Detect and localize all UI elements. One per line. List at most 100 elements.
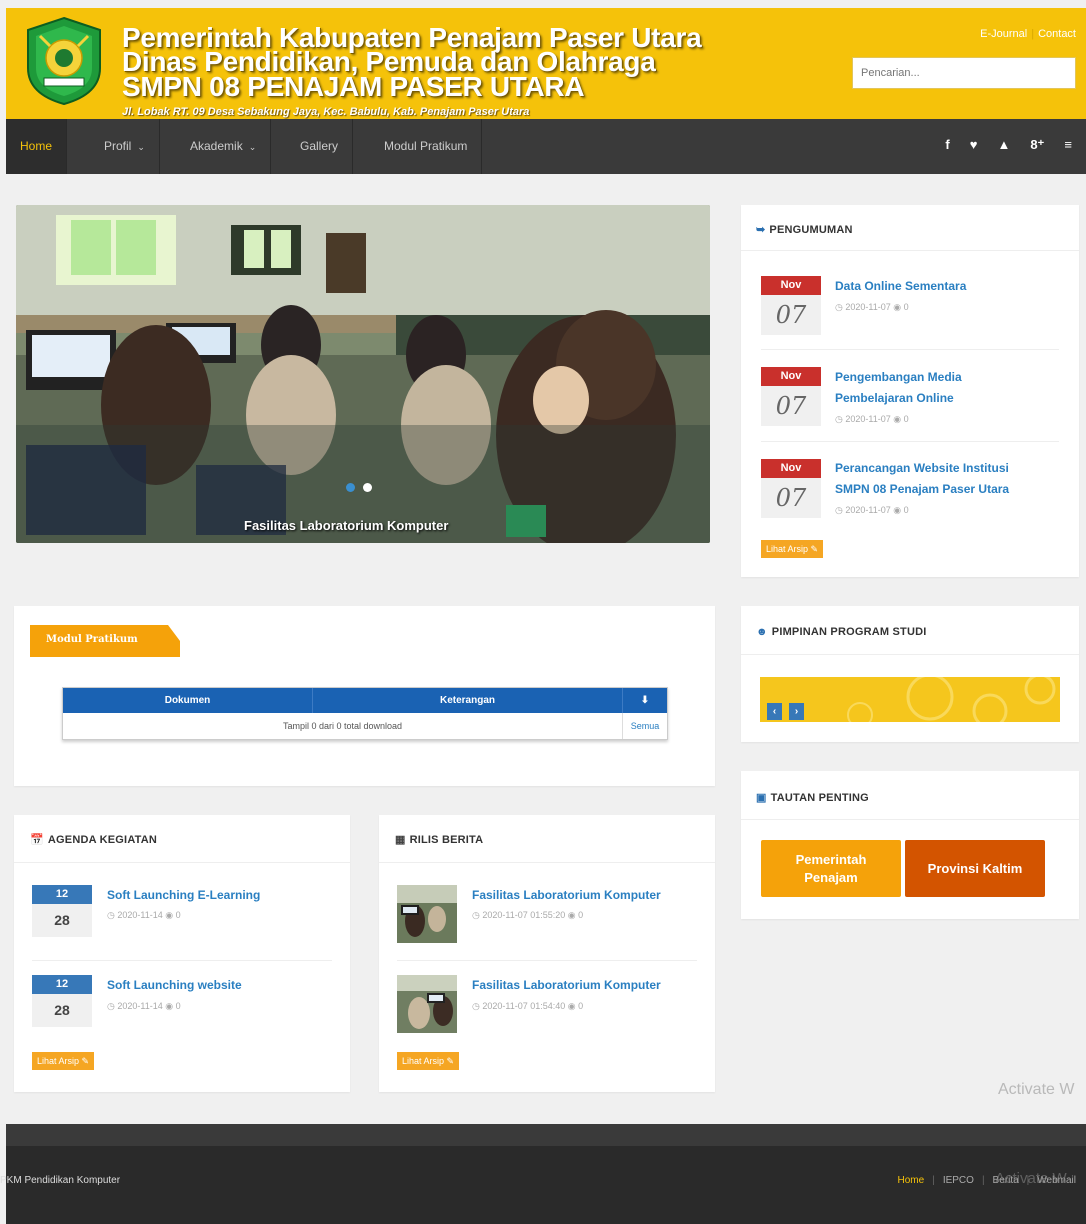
news-meta: ◷ 2020-11-07 ◉ 0	[835, 505, 909, 515]
badge-month: 12	[32, 885, 92, 904]
nav-profil-label: Profil	[104, 139, 132, 153]
contact-link[interactable]: Contact	[1038, 28, 1076, 40]
news-title-line: SMPN 08 Penajam Paser Utara	[835, 482, 1010, 496]
rilis-item-meta: ◷ 2020-11-07 01:54:40 ◉ 0	[472, 1001, 584, 1011]
nav-gallery[interactable]: Gallery	[286, 119, 354, 174]
download-icon: ⬇	[640, 695, 650, 706]
nav-akademik[interactable]: Akademik ⌄	[176, 119, 272, 174]
rss-icon[interactable]: ≡	[1064, 137, 1072, 153]
ejournal-link[interactable]: E-Journal	[980, 28, 1027, 40]
rilis-item-title[interactable]: Fasilitas Laboratorium Komputer	[472, 885, 661, 906]
button-line: Penajam	[804, 869, 858, 885]
agenda-item-title[interactable]: Soft Launching website	[107, 975, 242, 996]
regency-logo-icon	[27, 16, 101, 106]
divider	[761, 441, 1059, 442]
twitter-icon[interactable]: ♥	[970, 137, 978, 153]
divider	[379, 862, 715, 863]
news-title[interactable]: Perancangan Website Institusi SMPN 08 Pen…	[835, 458, 1009, 500]
image-slider[interactable]	[16, 205, 710, 543]
nav-akademik-label: Akademik	[190, 139, 243, 153]
agenda-title-text: AGENDA KEGIATAN	[47, 834, 158, 846]
table-header: Dokumen Keterangan ⬇	[63, 688, 667, 713]
lihat-arsip-button[interactable]: Lihat Arsip ✎	[761, 540, 824, 558]
date-badge: Nov 07	[761, 367, 821, 426]
news-thumbnail	[397, 885, 457, 943]
chevron-down-icon: ⌄	[248, 142, 257, 152]
semua-link[interactable]: Semua	[623, 713, 667, 739]
news-title[interactable]: Data Online Sementara	[835, 276, 966, 297]
newspaper-icon: ▦	[395, 834, 406, 846]
pimpinan-banner	[760, 677, 1060, 722]
divider	[741, 654, 1079, 655]
pengumuman-title: ➥ PENGUMUMAN	[756, 223, 853, 236]
badge-day: 07	[761, 478, 821, 518]
divider	[741, 819, 1079, 820]
badge-month: Nov	[761, 276, 821, 295]
rilis-title: ▦ RILIS BERITA	[395, 833, 483, 846]
rilis-item-meta: ◷ 2020-11-07 01:55:20 ◉ 0	[472, 910, 584, 920]
modul-tab-label[interactable]: Modul Pratikum	[46, 634, 138, 645]
news-title-line: Pembelajaran Online	[835, 391, 954, 405]
lihat-arsip-button[interactable]: Lihat Arsip ✎	[397, 1052, 460, 1070]
slider-dot-2[interactable]	[363, 483, 372, 492]
rilis-item-title[interactable]: Fasilitas Laboratorium Komputer	[472, 975, 661, 996]
google-plus-icon[interactable]: 8⁺	[1030, 137, 1044, 153]
badge-day: 28	[32, 994, 92, 1027]
badge-month: 12	[32, 975, 92, 994]
agenda-item-meta: ◷ 2020-11-14 ◉ 0	[107, 910, 181, 920]
badge-day: 07	[761, 386, 821, 426]
tautan-title-text: TAUTAN PENTING	[770, 792, 869, 804]
school-address: Jl. Lobak RT. 09 Desa Sebakung Jaya, Kec…	[122, 106, 530, 118]
date-badge: 12 28	[32, 975, 92, 1027]
provinsi-kaltim-button[interactable]: Provinsi Kaltim	[905, 840, 1045, 897]
agenda-item-title[interactable]: Soft Launching E-Learning	[107, 885, 260, 906]
computer-lab-photo	[16, 205, 710, 543]
date-badge: 12 28	[32, 885, 92, 937]
badge-day: 07	[761, 295, 821, 335]
activation-watermark: Activate W	[995, 1170, 1067, 1187]
badge-month: Nov	[761, 459, 821, 478]
pimpinan-title: ☻ PIMPINAN PROGRAM STUDI	[756, 626, 927, 638]
slider-dot-1[interactable]	[346, 483, 355, 492]
users-icon: ☻	[756, 626, 768, 638]
news-thumbnail	[397, 975, 457, 1033]
agenda-panel	[14, 815, 350, 1092]
calendar-icon: 📅	[30, 834, 44, 846]
carousel-next-button[interactable]: ›	[789, 703, 804, 720]
divider	[741, 250, 1079, 251]
slider-dots	[346, 483, 372, 492]
pemerintah-penajam-button[interactable]: Pemerintah Penajam	[761, 840, 901, 897]
top-links: E-Journal | Contact	[980, 28, 1076, 40]
modul-table: Dokumen Keterangan ⬇ Tampil 0 dari 0 tot…	[62, 687, 668, 740]
footer-bar	[6, 1124, 1086, 1146]
lihat-arsip-button[interactable]: Lihat Arsip ✎	[32, 1052, 95, 1070]
social-links: f ♥ ▲ 8⁺ ≡	[945, 137, 1072, 153]
carousel-prev-button[interactable]: ‹	[767, 703, 782, 720]
divider	[14, 862, 350, 863]
youtube-icon[interactable]: ▲	[997, 137, 1010, 153]
divider	[397, 960, 697, 961]
table-row: Tampil 0 dari 0 total download Semua	[63, 713, 667, 739]
link-icon: ▣	[756, 792, 767, 804]
nav-modul-pratikum[interactable]: Modul Pratikum	[370, 119, 483, 174]
news-title-line: Perancangan Website Institusi	[835, 461, 1009, 475]
search-input[interactable]	[852, 57, 1076, 89]
nav-profil[interactable]: Profil ⌄	[90, 119, 160, 174]
rilis-panel	[379, 815, 715, 1092]
nav-home[interactable]: Home	[6, 119, 68, 174]
row-text: Tampil 0 dari 0 total download	[63, 713, 623, 739]
news-title-line: Pengembangan Media	[835, 370, 962, 384]
pengumuman-title-text: PENGUMUMAN	[769, 224, 853, 236]
footer-link-iepco[interactable]: IEPCO	[943, 1175, 974, 1186]
news-title[interactable]: Pengembangan Media Pembelajaran Online	[835, 367, 962, 409]
facebook-icon[interactable]: f	[945, 137, 949, 153]
divider	[761, 349, 1059, 350]
news-meta: ◷ 2020-11-07 ◉ 0	[835, 414, 909, 424]
footer-link-home[interactable]: Home	[898, 1175, 925, 1186]
button-line: Pemerintah	[795, 851, 867, 867]
main-nav: Home Profil ⌄ Akademik ⌄ Gallery Modul Pra…	[6, 119, 1086, 174]
agenda-title: 📅 AGENDA KEGIATAN	[30, 833, 157, 846]
bullhorn-icon: ➥	[756, 224, 766, 236]
tautan-title: ▣ TAUTAN PENTING	[756, 791, 869, 804]
badge-month: Nov	[761, 367, 821, 386]
